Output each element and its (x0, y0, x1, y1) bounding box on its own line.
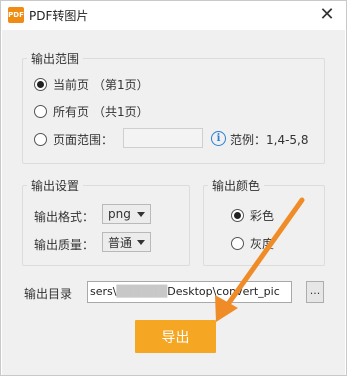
chevron-down-icon (137, 212, 145, 217)
format-select[interactable]: png (102, 204, 151, 224)
radio-current-page[interactable]: 当前页 （第1页） (34, 76, 149, 93)
output-dir-label: 输出目录 (24, 287, 73, 301)
format-select-value: png (108, 207, 131, 221)
app-icon: PDF (8, 7, 24, 23)
output-settings-legend: 输出设置 (31, 179, 80, 193)
output-color-legend: 输出颜色 (212, 179, 261, 193)
window-title: PDF转图片 (29, 9, 89, 23)
radio-gray-indicator[interactable] (231, 237, 244, 250)
quality-select[interactable]: 普通 (102, 232, 151, 252)
radio-page-range-indicator[interactable] (34, 133, 47, 146)
radio-color-indicator[interactable] (231, 209, 244, 222)
browse-button[interactable]: ... (306, 281, 324, 303)
title-bar: PDF PDF转图片 ✕ (1, 1, 346, 29)
range-example-text: 范例：1,4-5,8 (230, 133, 309, 147)
current-page-label: 当前页 (53, 78, 90, 92)
radio-all-pages[interactable]: 所有页 （共1页） (34, 103, 149, 120)
quality-select-value: 普通 (108, 235, 133, 250)
close-button[interactable]: ✕ (316, 4, 338, 26)
color-label: 彩色 (250, 209, 275, 223)
path-prefix: sers\ (90, 285, 117, 298)
radio-page-range[interactable]: 页面范围： (34, 131, 113, 148)
current-page-count: （第1页） (93, 78, 149, 92)
quality-label: 输出质量： (34, 238, 95, 252)
output-range-legend: 输出范围 (31, 52, 80, 66)
chevron-down-icon (137, 240, 145, 245)
dialog-body: 输出范围 当前页 （第1页） 所有页 （共1页） 页面范围： i 范例：1,4-… (2, 30, 345, 375)
page-range-input[interactable] (123, 128, 203, 148)
info-icon: i (211, 131, 226, 146)
all-pages-label: 所有页 (53, 105, 90, 119)
page-range-label: 页面范围： (53, 133, 114, 147)
path-masked: ██████ (116, 285, 168, 298)
radio-gray[interactable]: 灰度 (231, 235, 274, 252)
radio-current-page-indicator[interactable] (34, 78, 47, 91)
export-button[interactable]: 导出 (135, 320, 216, 353)
output-dir-input[interactable]: sers\██████Desktop\convert_pic (87, 281, 292, 303)
path-suffix: Desktop\convert_pic (167, 285, 280, 298)
all-pages-count: （共1页） (93, 105, 149, 119)
radio-color[interactable]: 彩色 (231, 207, 274, 224)
format-label: 输出格式： (34, 210, 95, 224)
radio-all-pages-indicator[interactable] (34, 105, 47, 118)
gray-label: 灰度 (250, 237, 275, 251)
pdf-to-image-dialog: PDF PDF转图片 ✕ 输出范围 当前页 （第1页） 所有页 （共1页） 页面… (0, 0, 347, 376)
